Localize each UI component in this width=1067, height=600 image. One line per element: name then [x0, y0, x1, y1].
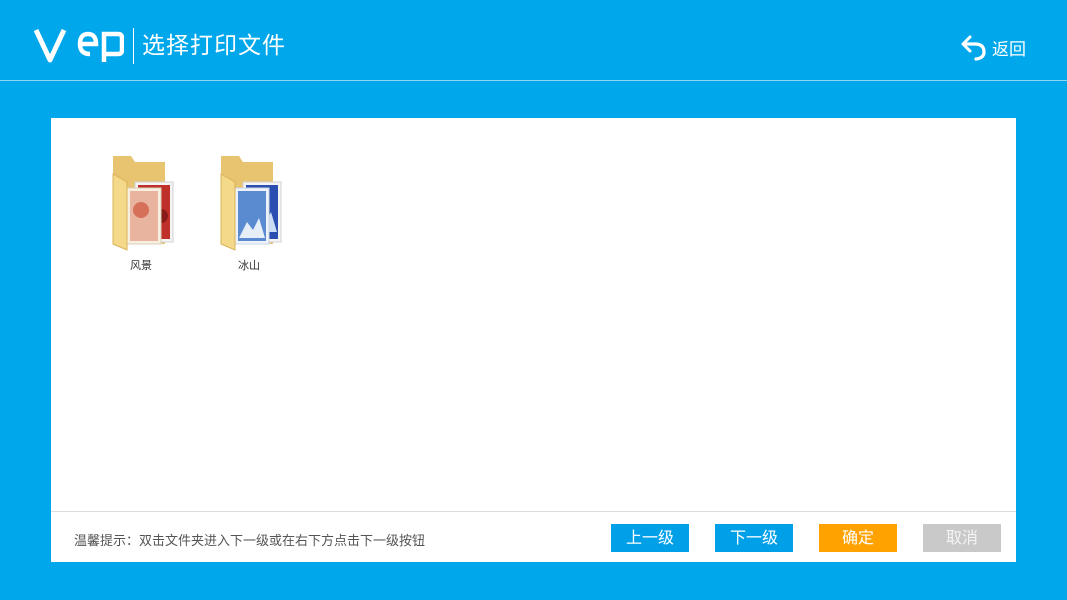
cancel-button[interactable]: 取消	[923, 524, 1001, 552]
folder-item-landscape[interactable]: 风景	[100, 152, 182, 273]
parent-level-button[interactable]: 上一级	[611, 524, 689, 552]
vep-logo-icon	[34, 28, 124, 63]
footer-bar: 温馨提示：双击文件夹进入下一级或在右下方点击下一级按钮 上一级 下一级 确定 取…	[51, 511, 1016, 563]
page-title: 选择打印文件	[142, 33, 286, 59]
folder-label: 风景	[130, 259, 152, 272]
hint-text: 温馨提示：双击文件夹进入下一级或在右下方点击下一级按钮	[74, 534, 426, 549]
back-button[interactable]: 返回	[960, 33, 1026, 61]
folder-photos-icon	[220, 156, 282, 251]
next-level-button[interactable]: 下一级	[715, 524, 793, 552]
folder-photos-icon	[112, 156, 174, 251]
back-arrow-icon	[961, 35, 986, 61]
file-panel: 风景 冰山 温馨提示：双击文件夹进入下一级或在右下方点击下一级按钮 上一级 下一…	[51, 118, 1016, 562]
header-bar: 选择打印文件 返回	[0, 0, 1067, 81]
folder-item-iceberg[interactable]: 冰山	[208, 152, 290, 273]
confirm-button[interactable]: 确定	[819, 524, 897, 552]
title-divider	[133, 28, 134, 64]
back-label: 返回	[992, 39, 1026, 60]
folder-label: 冰山	[238, 259, 260, 272]
file-browser-area: 风景 冰山	[51, 118, 1016, 511]
